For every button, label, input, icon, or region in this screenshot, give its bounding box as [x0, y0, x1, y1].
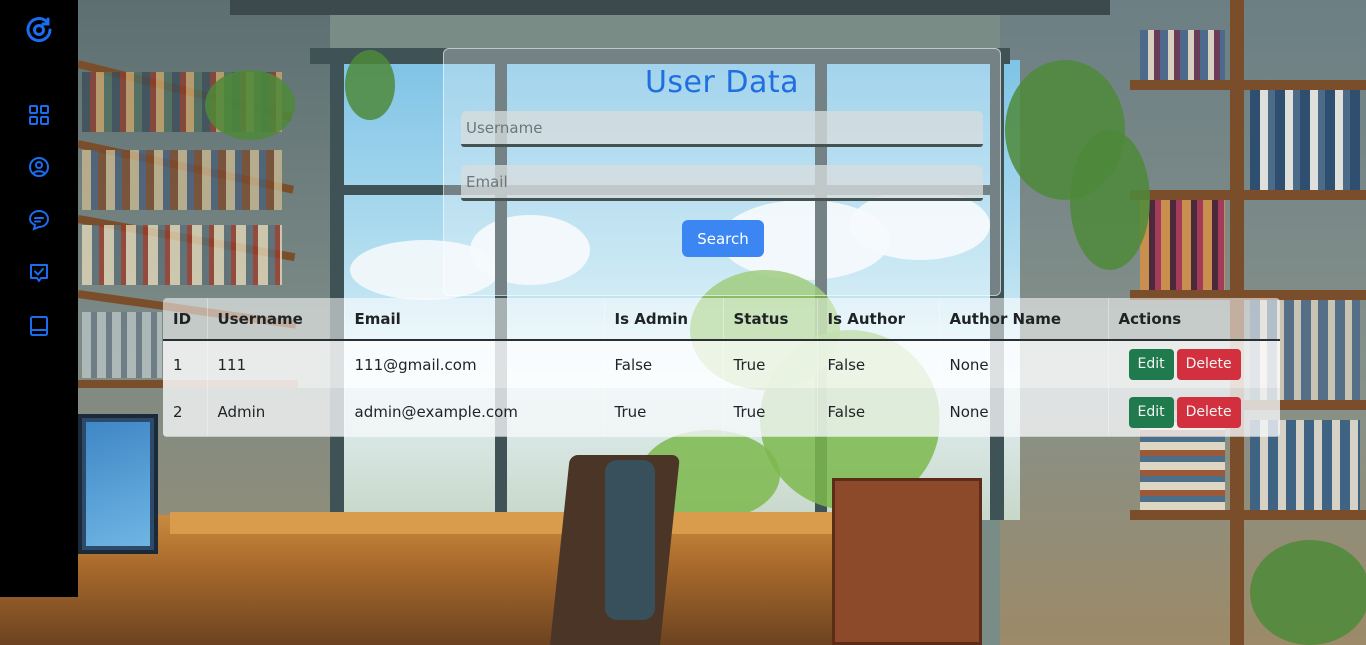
user-search-panel: User Data Search: [443, 48, 1001, 296]
cell-status: True: [722, 388, 817, 436]
nav-checklist-icon[interactable]: [28, 262, 50, 284]
cell-author-name: None: [938, 340, 1108, 388]
cell-author-name: None: [938, 388, 1108, 436]
cell-is-author: False: [816, 340, 939, 388]
cell-is-admin: False: [603, 340, 723, 388]
table-row: 2 Admin admin@example.com True True Fals…: [163, 388, 1280, 436]
column-header-id: ID: [163, 298, 207, 341]
column-header-email: Email: [343, 298, 604, 341]
username-input[interactable]: [461, 111, 983, 147]
nav-dashboard-grid-icon[interactable]: [28, 104, 50, 126]
nav-user-circle-icon[interactable]: [28, 156, 50, 178]
page-title: User Data: [644, 65, 800, 100]
column-header-is-author: Is Author: [816, 298, 939, 341]
app-logo-icon[interactable]: [25, 16, 53, 44]
table-row: 1 111 111@gmail.com False True False Non…: [163, 340, 1280, 388]
edit-button[interactable]: Edit: [1128, 396, 1174, 428]
column-header-status: Status: [722, 298, 817, 341]
delete-button[interactable]: Delete: [1176, 396, 1241, 428]
cell-is-admin: True: [603, 388, 723, 436]
cell-id: 2: [173, 403, 183, 421]
column-header-actions: Actions: [1107, 298, 1280, 341]
search-button[interactable]: Search: [682, 220, 764, 257]
email-input[interactable]: [461, 165, 983, 201]
delete-button[interactable]: Delete: [1176, 349, 1241, 380]
cell-username: 111: [206, 340, 344, 388]
cell-is-author: False: [816, 388, 939, 436]
cell-actions: Edit Delete: [1107, 340, 1280, 388]
nav-book-icon[interactable]: [28, 315, 50, 337]
cell-email: admin@example.com: [343, 388, 604, 436]
cell-username: Admin: [206, 388, 344, 436]
cell-id: 1: [173, 355, 183, 374]
sidebar: [0, 0, 78, 597]
table-header-row: ID Username Email Is Admin Status Is Aut…: [163, 298, 1280, 341]
edit-button[interactable]: Edit: [1128, 349, 1174, 380]
cell-status: True: [722, 340, 817, 388]
cell-email: 111@gmail.com: [343, 340, 604, 388]
column-header-username: Username: [206, 298, 344, 341]
column-header-is-admin: Is Admin: [603, 298, 723, 341]
column-header-author-name: Author Name: [938, 298, 1108, 341]
user-table: ID Username Email Is Admin Status Is Aut…: [163, 298, 1280, 437]
cell-actions: Edit Delete: [1107, 388, 1280, 436]
nav-chat-icon[interactable]: [28, 209, 50, 231]
